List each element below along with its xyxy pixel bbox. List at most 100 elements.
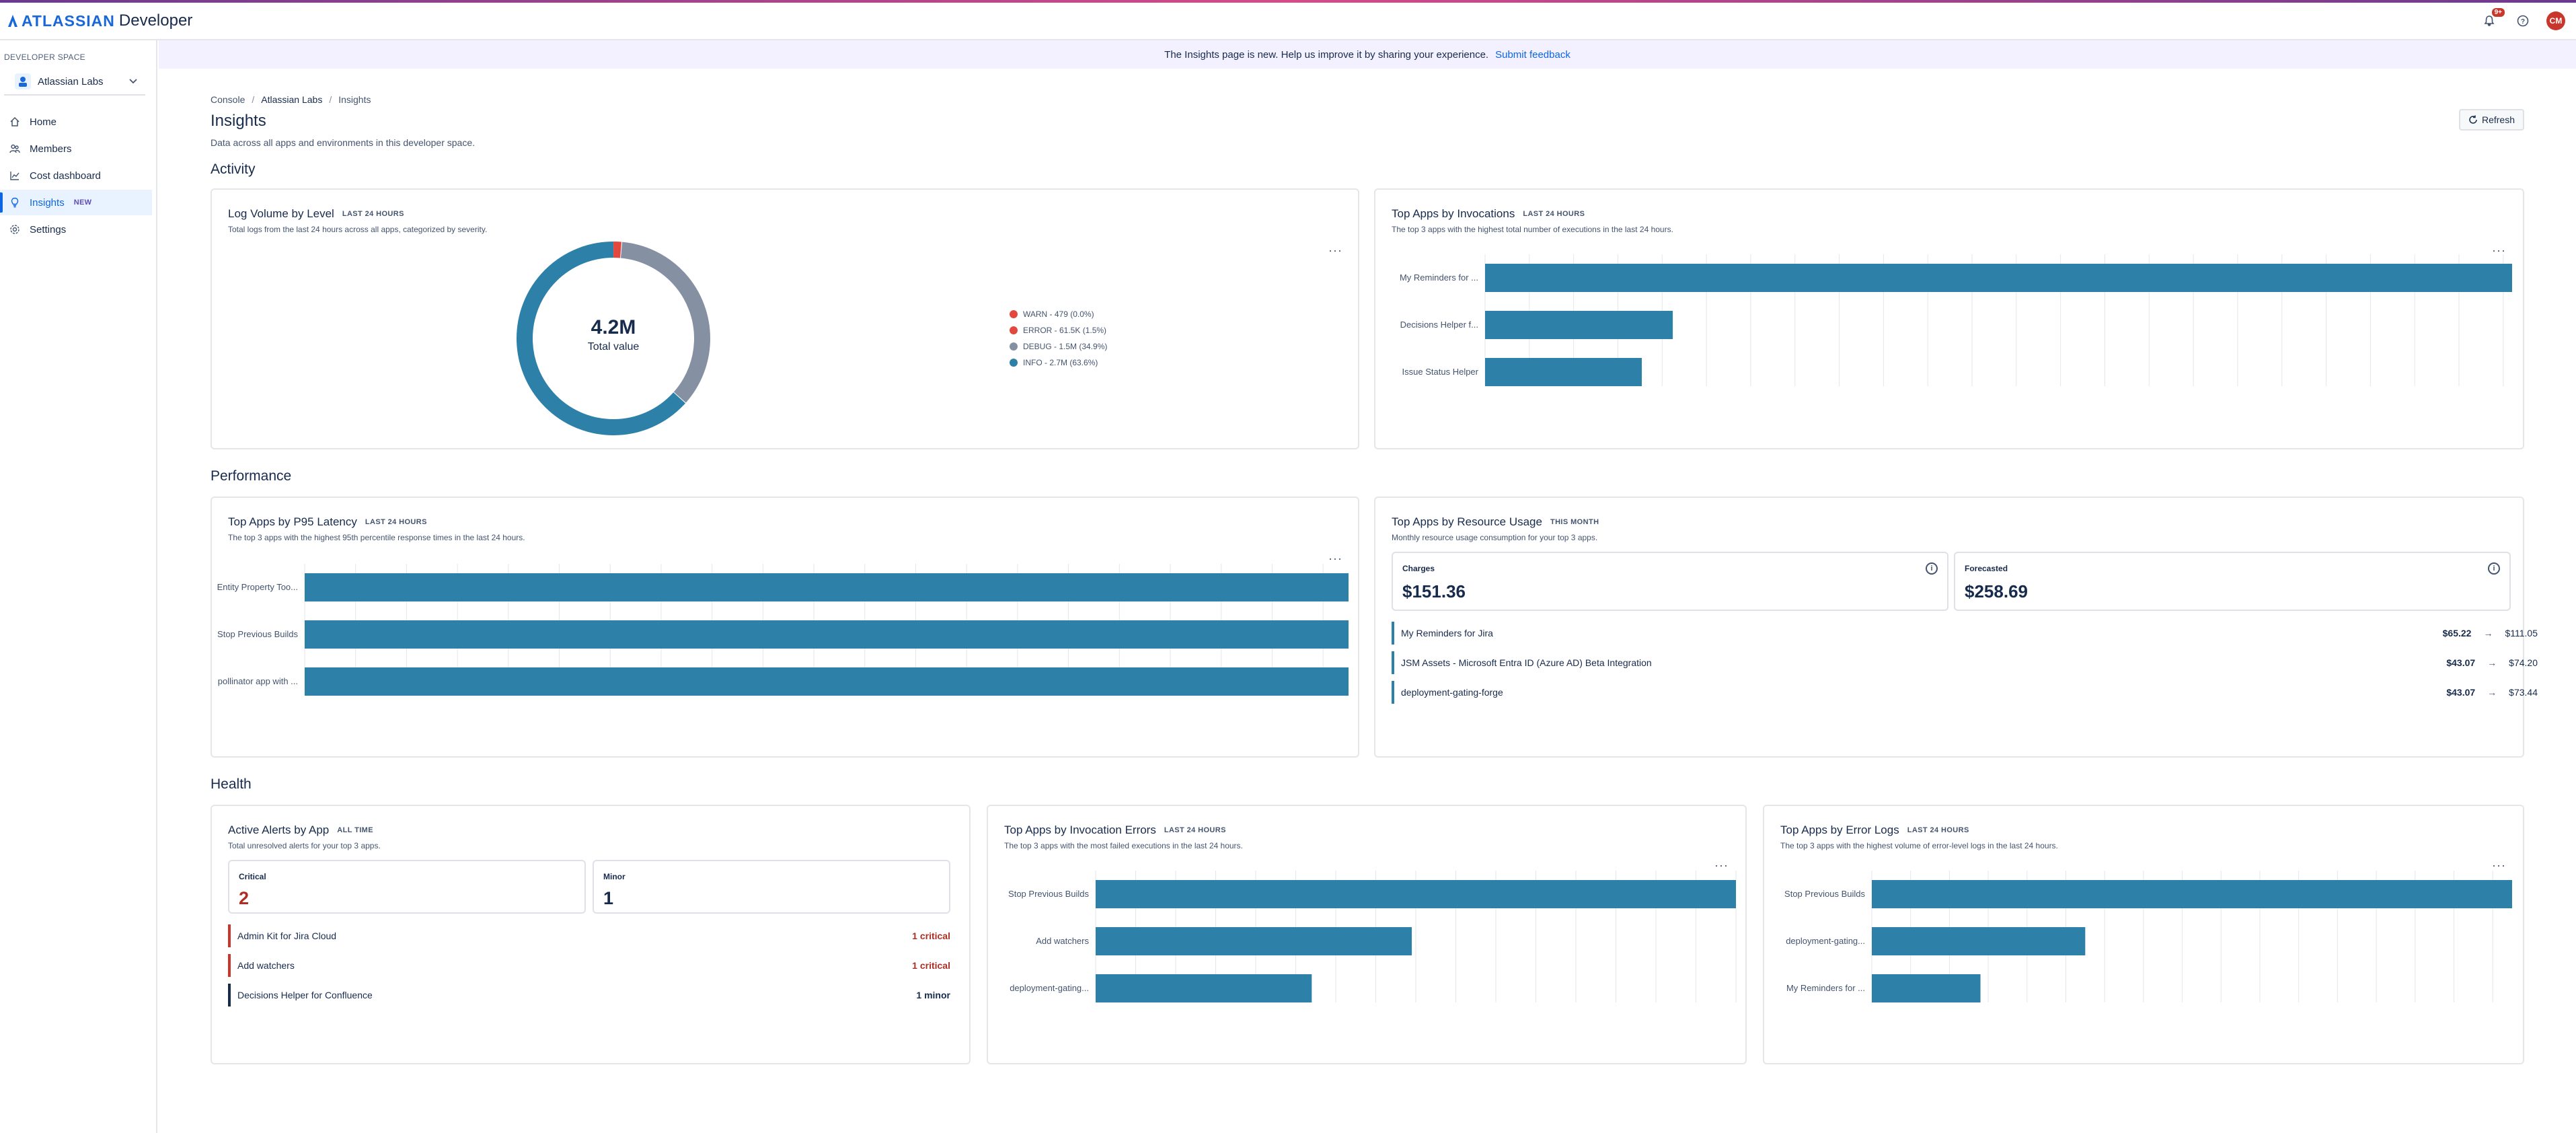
sidebar-item-insights[interactable]: Insights NEW bbox=[0, 190, 152, 215]
time-range-tag: LAST 24 HOURS bbox=[1523, 210, 1585, 218]
banner-text: The Insights page is new. Help us improv… bbox=[1164, 48, 1489, 61]
time-range-tag: ALL TIME bbox=[337, 826, 373, 834]
notifications-button[interactable]: 9+ bbox=[2479, 8, 2505, 31]
space-selector[interactable]: Atlassian Labs bbox=[4, 69, 145, 96]
bar[interactable] bbox=[1872, 880, 2512, 908]
bar[interactable] bbox=[305, 667, 1349, 696]
developer-space-label: DEVELOPER SPACE bbox=[4, 52, 85, 62]
legend-item-warn: WARN - 479 (0.0%) bbox=[1010, 309, 1107, 319]
card-subtitle: The top 3 apps with the highest 95th per… bbox=[228, 533, 525, 542]
notification-badge: 9+ bbox=[2491, 8, 2505, 17]
submit-feedback-link[interactable]: Submit feedback bbox=[1495, 49, 1570, 61]
legend-label: WARN - 479 (0.0%) bbox=[1023, 309, 1094, 319]
user-avatar[interactable]: CM bbox=[2546, 11, 2565, 30]
card-title: Top Apps by Error Logs LAST 24 HOURS bbox=[1780, 824, 1969, 837]
bar[interactable] bbox=[305, 620, 1349, 649]
resource-title: Top Apps by Resource Usage bbox=[1392, 515, 1542, 528]
arrow-right-icon: → bbox=[2487, 657, 2497, 668]
card-title: Top Apps by Invocations LAST 24 HOURS bbox=[1392, 207, 1585, 221]
resource-row: My Reminders for Jira $65.22 → $111.05 bbox=[1392, 622, 2538, 645]
error-logs-title: Top Apps by Error Logs bbox=[1780, 824, 1899, 836]
kpi-label: Minor bbox=[603, 872, 626, 881]
arrow-right-icon: → bbox=[2487, 687, 2497, 698]
info-icon[interactable]: i bbox=[1926, 562, 1938, 575]
more-options-button[interactable]: ··· bbox=[1328, 244, 1342, 258]
sidebar-item-settings[interactable]: Settings bbox=[0, 217, 152, 242]
page-title: Insights bbox=[211, 112, 266, 130]
invocations-bar-chart: 050K100K150K200K250K300K350K400K450K500K… bbox=[1400, 254, 2512, 386]
legend-item-debug: DEBUG - 1.5M (34.9%) bbox=[1010, 342, 1107, 351]
product-name: Developer bbox=[118, 11, 193, 30]
time-range-tag: LAST 24 HOURS bbox=[1164, 826, 1226, 834]
people-icon bbox=[9, 144, 20, 153]
info-icon[interactable]: i bbox=[2488, 562, 2500, 575]
breadcrumb-separator: / bbox=[329, 94, 332, 105]
invocation-errors-bar-chart: 02K4K6K8K10K12K14K16K18K20K22K24K26K28K3… bbox=[1008, 871, 1737, 1002]
section-activity: Activity bbox=[211, 161, 256, 177]
app-name: My Reminders for Jira bbox=[1401, 628, 1493, 638]
card-title: Top Apps by Resource Usage THIS MONTH bbox=[1392, 515, 1599, 529]
log-volume-donut-chart: 4.2M Total value bbox=[516, 241, 711, 436]
bar[interactable] bbox=[1485, 358, 1642, 386]
charges-kpi: Charges $151.36 i bbox=[1392, 552, 1948, 611]
bar[interactable] bbox=[305, 573, 1349, 601]
chart-icon bbox=[10, 172, 20, 180]
card-subtitle: Total unresolved alerts for your top 3 a… bbox=[228, 841, 381, 850]
kpi-value: 1 bbox=[603, 888, 614, 908]
atlassian-developer-logo[interactable]: ATLASSIAN Developer bbox=[8, 11, 192, 30]
y-category-label: Issue Status Helper bbox=[1402, 367, 1479, 377]
invocation-errors-title: Top Apps by Invocation Errors bbox=[1004, 824, 1156, 836]
space-name: Atlassian Labs bbox=[38, 75, 104, 87]
breadcrumb-console[interactable]: Console bbox=[211, 94, 245, 105]
forecast-cost: $73.44 bbox=[2509, 687, 2538, 698]
bar[interactable] bbox=[1096, 880, 1736, 908]
time-range-tag: LAST 24 HOURS bbox=[1907, 826, 1969, 834]
breadcrumb-separator: / bbox=[252, 94, 255, 105]
sidebar-item-members[interactable]: Members bbox=[0, 136, 152, 161]
arrow-right-icon: → bbox=[2483, 628, 2493, 638]
brand-name: ATLASSIAN bbox=[22, 11, 115, 30]
y-category-label: Add watchers bbox=[1036, 936, 1089, 946]
sidebar-item-cost-dashboard[interactable]: Cost dashboard bbox=[0, 163, 152, 188]
breadcrumb-space[interactable]: Atlassian Labs bbox=[261, 94, 322, 105]
breadcrumb-insights: Insights bbox=[338, 94, 371, 105]
refresh-button[interactable]: Refresh bbox=[2458, 109, 2524, 131]
error-logs-bar-chart: 02K4K6K8K10K12K14K16K18K20K22K24K26K28K3… bbox=[1784, 871, 2512, 1002]
sidebar-item-home[interactable]: Home bbox=[0, 109, 152, 135]
atlassian-logo-icon bbox=[8, 15, 17, 27]
current-cost: $43.07 bbox=[2446, 687, 2476, 698]
legend-item-info: INFO - 2.7M (63.6%) bbox=[1010, 358, 1107, 367]
alerts-title: Active Alerts by App bbox=[228, 824, 330, 836]
legend-label: DEBUG - 1.5M (34.9%) bbox=[1023, 342, 1108, 351]
y-category-label: pollinator app with ... bbox=[218, 676, 298, 686]
invocations-title: Top Apps by Invocations bbox=[1392, 207, 1515, 220]
card-title: Top Apps by Invocation Errors LAST 24 HO… bbox=[1004, 824, 1226, 837]
bar[interactable] bbox=[1872, 927, 2086, 955]
card-subtitle: The top 3 apps with the most failed exec… bbox=[1004, 841, 1243, 850]
legend-swatch bbox=[1010, 326, 1018, 334]
home-icon bbox=[10, 116, 20, 126]
bar[interactable] bbox=[1872, 974, 1981, 1002]
app-name: Admin Kit for Jira Cloud bbox=[237, 930, 337, 941]
latency-card: Top Apps by P95 Latency LAST 24 HOURS Th… bbox=[211, 497, 1359, 758]
bar[interactable] bbox=[1485, 264, 2512, 292]
kpi-value: 2 bbox=[239, 888, 250, 908]
bar[interactable] bbox=[1485, 311, 1673, 339]
bar[interactable] bbox=[1096, 927, 1412, 955]
time-range-tag: THIS MONTH bbox=[1550, 518, 1599, 526]
page-description: Data across all apps and environments in… bbox=[211, 137, 475, 148]
y-category-label: My Reminders for ... bbox=[1786, 983, 1865, 993]
active-alerts-card: Active Alerts by App ALL TIME Total unre… bbox=[211, 805, 971, 1064]
y-category-label: Entity Property Too... bbox=[217, 582, 298, 592]
current-cost: $43.07 bbox=[2446, 657, 2476, 668]
sidebar: DEVELOPER SPACE Atlassian Labs Home Memb… bbox=[0, 40, 157, 1133]
y-category-label: Stop Previous Builds bbox=[1008, 889, 1089, 899]
help-button[interactable]: ? bbox=[2513, 11, 2533, 31]
bar[interactable] bbox=[1096, 974, 1312, 1002]
critical-kpi: Critical 2 bbox=[228, 860, 586, 914]
current-cost: $65.22 bbox=[2442, 628, 2472, 638]
donut-total-value: 4.2M bbox=[591, 316, 636, 338]
y-category-label: Decisions Helper f... bbox=[1400, 320, 1478, 330]
new-badge: NEW bbox=[73, 198, 92, 207]
y-category-label: deployment-gating... bbox=[1010, 983, 1089, 993]
